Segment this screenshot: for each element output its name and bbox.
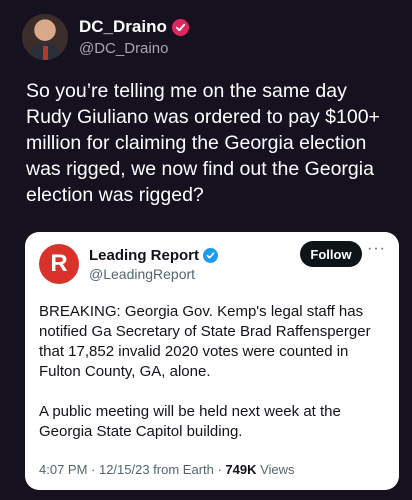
more-options-icon[interactable]: ··· bbox=[367, 240, 386, 258]
quoted-tweet-card[interactable]: R Leading Report @LeadingReport Follow ·… bbox=[25, 232, 399, 490]
avatar[interactable] bbox=[22, 14, 68, 60]
author-display-name[interactable]: DC_Draino bbox=[79, 17, 167, 37]
quoted-paragraph-1: BREAKING: Georgia Gov. Kemp's legal staf… bbox=[39, 303, 371, 380]
quoted-body: BREAKING: Georgia Gov. Kemp's legal staf… bbox=[39, 302, 385, 462]
tweet-header: DC_Draino @DC_Draino bbox=[22, 14, 189, 60]
views-count: 749K bbox=[225, 462, 257, 477]
verified-badge-icon bbox=[171, 18, 189, 36]
author-handle[interactable]: @DC_Draino bbox=[79, 40, 189, 57]
quoted-timestamp[interactable]: 4:07 PM · 12/15/23 from Earth · bbox=[39, 462, 225, 477]
quoted-handle[interactable]: @LeadingReport bbox=[89, 266, 218, 282]
quoted-meta: 4:07 PM · 12/15/23 from Earth · 749K Vie… bbox=[39, 462, 295, 477]
views-label: Views bbox=[256, 462, 295, 477]
quoted-display-name[interactable]: Leading Report bbox=[89, 247, 199, 264]
tweet-text: So you’re telling me on the same day Rud… bbox=[26, 80, 380, 206]
verified-check-icon bbox=[203, 247, 219, 263]
quoted-paragraph-2: A public meeting will be held next week … bbox=[39, 403, 341, 440]
follow-button[interactable]: Follow bbox=[300, 241, 362, 267]
quoted-author-names: Leading Report @LeadingReport bbox=[89, 247, 219, 282]
author-names: DC_Draino @DC_Draino bbox=[79, 17, 189, 57]
tweet-container: DC_Draino @DC_Draino So you’re telling m… bbox=[0, 0, 412, 500]
quoted-header: R Leading Report @LeadingReport bbox=[39, 244, 219, 284]
leading-report-logo[interactable]: R bbox=[39, 244, 79, 284]
